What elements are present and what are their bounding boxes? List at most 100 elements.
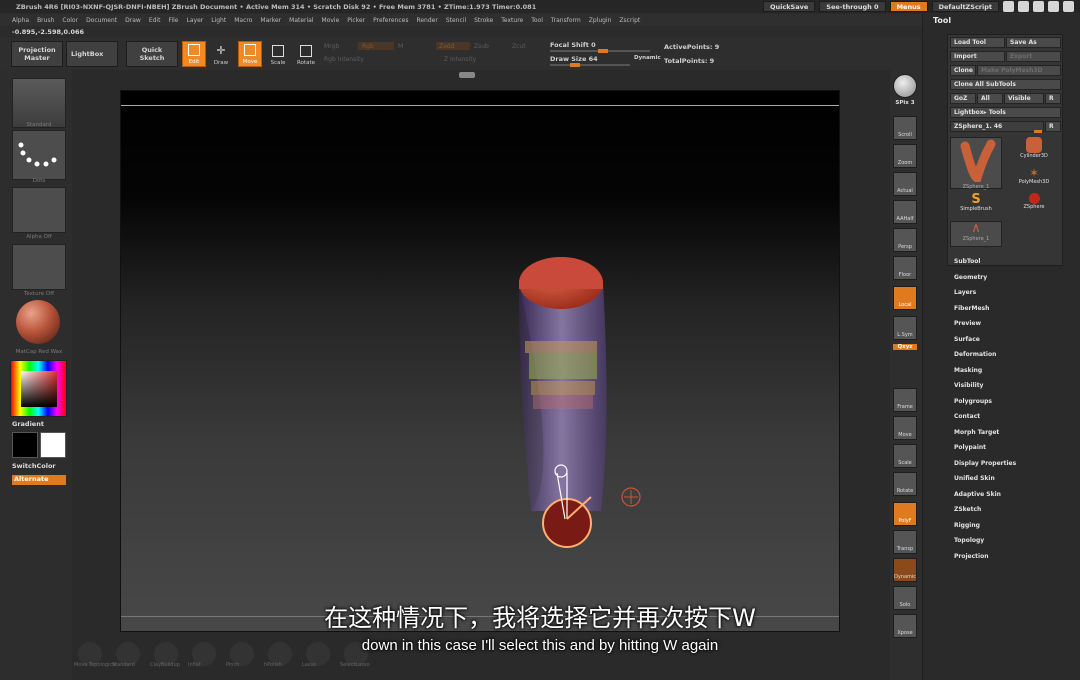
lsym-button[interactable]: L.Sym xyxy=(893,316,917,340)
tool-thumb-polymesh3d[interactable]: ✶ PolyMesh3D xyxy=(1008,167,1060,191)
menu-material[interactable]: Material xyxy=(289,17,313,24)
menu-stencil[interactable]: Stencil xyxy=(446,17,466,24)
color-picker-square[interactable] xyxy=(21,371,57,407)
zsub-button[interactable]: Zsub xyxy=(474,43,489,50)
tool-r-button[interactable]: R xyxy=(1045,121,1061,132)
quicksave-button[interactable]: QuickSave xyxy=(762,1,816,12)
menu-file[interactable]: File xyxy=(168,17,178,24)
quick-sketch-button[interactable]: Quick Sketch xyxy=(126,41,178,67)
maximize-icon[interactable] xyxy=(1048,1,1059,12)
clone-button[interactable]: Clone xyxy=(950,65,976,76)
rgb-button-bg[interactable]: Rgb xyxy=(358,42,394,50)
menu-stroke[interactable]: Stroke xyxy=(474,17,493,24)
menus-button[interactable]: Menus xyxy=(889,1,928,12)
bpr-button[interactable] xyxy=(893,74,917,98)
subpalette-projection[interactable]: Projection xyxy=(954,553,988,560)
draw-size-knob[interactable] xyxy=(570,63,580,67)
menu-marker[interactable]: Marker xyxy=(260,17,281,24)
subpalette-zsketch[interactable]: ZSketch xyxy=(954,506,981,513)
rotate-view-button[interactable]: Rotate xyxy=(893,472,917,496)
subpalette-rigging[interactable]: Rigging xyxy=(954,522,980,529)
document-canvas[interactable] xyxy=(120,90,840,632)
subpalette-contact[interactable]: Contact xyxy=(954,413,980,420)
export-button[interactable]: Export xyxy=(1006,51,1061,62)
menu-transform[interactable]: Transform xyxy=(551,17,581,24)
current-tool-slider-knob[interactable] xyxy=(1034,130,1042,133)
frame-button[interactable]: Frame xyxy=(893,388,917,412)
subpalette-visibility[interactable]: Visibility xyxy=(954,382,983,389)
close-icon[interactable] xyxy=(1063,1,1074,12)
menu-render[interactable]: Render xyxy=(416,17,437,24)
m-button[interactable]: M xyxy=(398,43,403,50)
zcut-button[interactable]: Zcut xyxy=(512,43,526,50)
menu-texture[interactable]: Texture xyxy=(501,17,523,24)
scroll-button[interactable]: Scroll xyxy=(893,116,917,140)
main-color-swatch[interactable] xyxy=(12,432,38,458)
subpalette-geometry[interactable]: Geometry xyxy=(954,274,987,281)
stroke-thumbnail[interactable] xyxy=(12,130,66,180)
transp-button[interactable]: Transp xyxy=(893,530,917,554)
goz-button[interactable]: GoZ xyxy=(950,93,976,104)
persp-button[interactable]: Persp xyxy=(893,228,917,252)
dynamic-toggle[interactable]: Dynamic xyxy=(634,55,661,61)
tool-thumb-zsphere-1[interactable]: ∧ ZSphere_1 xyxy=(950,221,1002,247)
polyf-button[interactable]: PolyF xyxy=(893,502,917,526)
tool-palette-header[interactable]: Tool xyxy=(933,16,951,25)
secondary-color-swatch[interactable] xyxy=(40,432,66,458)
scale-view-button[interactable]: Scale xyxy=(893,444,917,468)
subpalette-display-properties[interactable]: Display Properties xyxy=(954,460,1016,467)
menu-movie[interactable]: Movie xyxy=(322,17,340,24)
menu-draw[interactable]: Draw xyxy=(125,17,141,24)
move-view-button[interactable]: Move xyxy=(893,416,917,440)
menu-zplugin[interactable]: Zplugin xyxy=(589,17,612,24)
menu-macro[interactable]: Macro xyxy=(234,17,252,24)
draw-size-track[interactable] xyxy=(550,64,630,66)
zadd-button[interactable]: Zadd xyxy=(436,42,470,50)
draw-size-slider[interactable]: Draw Size 64 xyxy=(550,55,598,63)
alpha-thumbnail[interactable] xyxy=(12,187,66,233)
clone-all-subtools-button[interactable]: Clone All SubTools xyxy=(950,79,1061,90)
alternate-button[interactable]: Alternate xyxy=(12,475,66,485)
subpalette-surface[interactable]: Surface xyxy=(954,336,980,343)
subpalette-preview[interactable]: Preview xyxy=(954,320,981,327)
menu-color[interactable]: Color xyxy=(62,17,78,24)
menu-tool[interactable]: Tool xyxy=(531,17,543,24)
floor-button[interactable]: Floor xyxy=(893,256,917,280)
actual-button[interactable]: Actual xyxy=(893,172,917,196)
move-mode-button[interactable]: Move xyxy=(238,41,262,67)
menu-document[interactable]: Document xyxy=(86,17,117,24)
subpalette-layers[interactable]: Layers xyxy=(954,289,976,296)
tool-thumb-zsphere[interactable]: ZSphere xyxy=(1008,193,1060,217)
dynamic-button[interactable]: Dynamic xyxy=(893,558,917,582)
goz-r-button[interactable]: R xyxy=(1045,93,1061,104)
focal-shift-slider[interactable]: Focal Shift 0 xyxy=(550,41,596,49)
menu-edit[interactable]: Edit xyxy=(149,17,161,24)
brush-thumbnail[interactable] xyxy=(12,78,66,128)
layout-icon[interactable] xyxy=(1018,1,1029,12)
current-tool-slider[interactable]: ZSphere_1. 46 xyxy=(950,121,1044,132)
subpalette-masking[interactable]: Masking xyxy=(954,367,982,374)
seethrough-slider[interactable]: See-through 0 xyxy=(819,1,886,12)
goz-visible-button[interactable]: Visible xyxy=(1004,93,1044,104)
lightbox-tools-button[interactable]: Lightbox▸ Tools xyxy=(950,107,1061,118)
menu-light[interactable]: Light xyxy=(211,17,226,24)
tool-thumb-cylinder3d[interactable]: Cylinder3D xyxy=(1008,137,1060,167)
subpalette-topology[interactable]: Topology xyxy=(954,537,984,544)
menu-layer[interactable]: Layer xyxy=(187,17,204,24)
subpalette-unified-skin[interactable]: Unified Skin xyxy=(954,475,995,482)
projection-master-button[interactable]: Projection Master xyxy=(11,41,63,67)
subpalette-polygroups[interactable]: Polygroups xyxy=(954,398,992,405)
xyz-button[interactable]: Qxyz xyxy=(893,344,917,350)
import-button[interactable]: Import xyxy=(950,51,1005,62)
rotate-mode-button[interactable]: Rotate xyxy=(294,41,318,67)
load-tool-button[interactable]: Load Tool xyxy=(950,37,1005,48)
save-as-button[interactable]: Save As xyxy=(1006,37,1061,48)
menu-preferences[interactable]: Preferences xyxy=(373,17,408,24)
edit-mode-button[interactable]: Edit xyxy=(182,41,206,67)
default-zscript-button[interactable]: DefaultZScript xyxy=(931,1,999,12)
subpalette-fibermesh[interactable]: FiberMesh xyxy=(954,305,989,312)
scale-mode-button[interactable]: Scale xyxy=(266,41,290,67)
tool-thumb-simplebrush[interactable]: S SimpleBrush xyxy=(950,193,1002,217)
mrgb-button[interactable]: Mrgb xyxy=(324,43,339,50)
menu-brush[interactable]: Brush xyxy=(37,17,54,24)
